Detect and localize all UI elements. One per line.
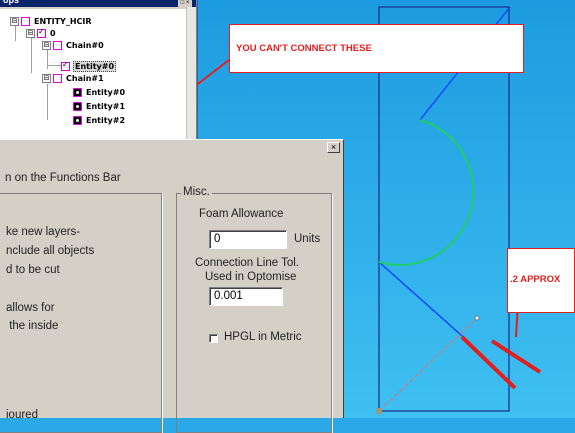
- dialog-header-text: n on the Functions Bar: [5, 172, 121, 184]
- tree-node-checkbox[interactable]: [37, 27, 46, 38]
- tree-node-box[interactable]: [53, 73, 62, 83]
- tree-node-label: ENTITY_HCIR: [34, 16, 92, 26]
- connection-tol-label: Connection Line Tol.: [195, 257, 299, 269]
- tree-node-label: Entity#0: [73, 60, 117, 72]
- tree-node-box[interactable]: [21, 16, 30, 26]
- callout-approx: .2 APPROX: [507, 248, 575, 313]
- tree-connector: [47, 84, 48, 120]
- tree-node-label: Entity#1: [86, 101, 126, 111]
- option-text-line: nclude all objects: [6, 245, 95, 257]
- tree-connector: [31, 33, 32, 73]
- tree-node-chain0[interactable]: ⊟ Chain#0: [42, 39, 105, 51]
- foam-allowance-label: Foam Allowance: [199, 208, 284, 220]
- option-text-line: ioured: [6, 409, 38, 421]
- tree-node-root[interactable]: ⊟ ENTITY_HCIR: [10, 15, 93, 27]
- tree-top-border: [0, 7, 196, 9]
- connection-tol-input[interactable]: 0.001: [209, 287, 283, 306]
- tree-node-layer[interactable]: ⊟ 0: [26, 27, 57, 39]
- option-text-line: the inside: [6, 320, 59, 332]
- tree-node-label: Chain#1: [66, 73, 104, 83]
- misc-group: [176, 193, 332, 433]
- tree-node-chain1[interactable]: ⊟ Chain#1: [42, 72, 105, 84]
- foam-allowance-input[interactable]: 0: [209, 230, 287, 249]
- approx-text: .2 APPROX: [510, 274, 561, 285]
- tree-node-label: 0: [50, 28, 56, 38]
- misc-group-legend: Misc.: [181, 186, 212, 198]
- tree-connector: [47, 65, 61, 66]
- tree-title-buttons[interactable]: □ ×: [178, 0, 192, 7]
- dialog-close-button[interactable]: ×: [327, 142, 340, 153]
- option-text-line: ke new layers-: [6, 226, 81, 238]
- option-text-line: d to be cut: [6, 264, 60, 276]
- connection-tol-sublabel: Used in Optomise: [205, 271, 297, 283]
- tree-node-chain1-entity0[interactable]: Entity#0: [73, 86, 126, 98]
- tree-node-label: Chain#0: [66, 40, 104, 50]
- tree-expander[interactable]: ⊟: [42, 73, 51, 83]
- hpgl-metric-checkbox[interactable]: [209, 334, 218, 343]
- option-text-line: allows for: [6, 302, 55, 314]
- tree-scrollbar[interactable]: [186, 7, 196, 140]
- tree-node-radio[interactable]: [73, 115, 82, 125]
- connection-endpoint: [474, 315, 480, 321]
- tree-node-label: Entity#2: [86, 115, 126, 125]
- callout-cant-connect: YOU CAN'T CONNECT THESE: [229, 24, 524, 73]
- tree-node-chain1-entity2[interactable]: Entity#2: [73, 114, 126, 126]
- tree-node-chain1-entity1[interactable]: Entity#1: [73, 100, 126, 112]
- tree-node-radio[interactable]: [73, 101, 82, 111]
- tree-expander[interactable]: ⊟: [26, 28, 35, 38]
- tree-title: ops: [3, 0, 20, 5]
- tree-node-radio[interactable]: [73, 87, 82, 97]
- hpgl-metric-label: HPGL in Metric: [224, 331, 302, 343]
- tree-expander[interactable]: ⊟: [10, 16, 19, 26]
- tree-node-checkbox[interactable]: [61, 60, 70, 71]
- tree-panel: ops □ × ⊟ ENTITY_HCIR ⊟ 0 ⊟ Chain#0 Enti…: [0, 0, 197, 140]
- tree-expander[interactable]: ⊟: [42, 40, 51, 50]
- callout-text: YOU CAN'T CONNECT THESE: [236, 43, 372, 54]
- origin-marker: [376, 408, 382, 414]
- tree-node-label: Entity#0: [86, 87, 126, 97]
- tree-node-box[interactable]: [53, 40, 62, 50]
- foam-units-label: Units: [294, 233, 321, 245]
- tree-node-chain0-entity0[interactable]: Entity#0: [61, 60, 117, 72]
- tree-titlebar: ops □ ×: [0, 0, 196, 7]
